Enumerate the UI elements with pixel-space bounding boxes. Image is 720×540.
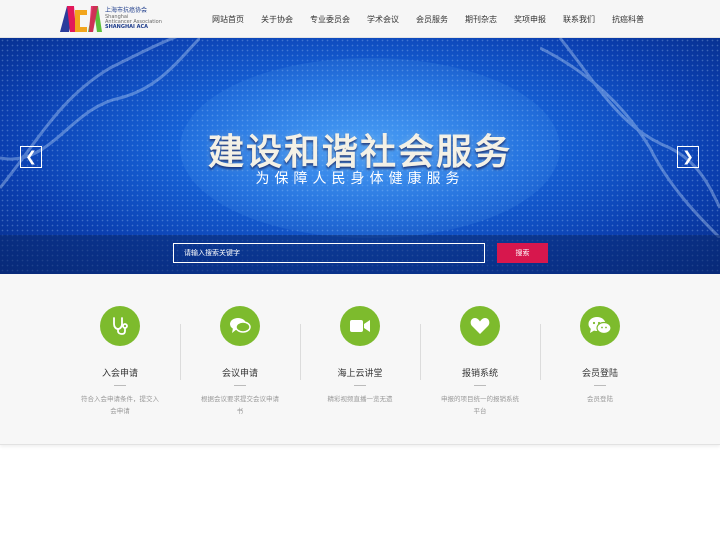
service-meeting-application[interactable]: 会议申请 根据会议要求提交会议申请书 bbox=[180, 306, 300, 417]
service-title: 入会申请 bbox=[101, 369, 138, 379]
nav-item-journals[interactable]: 期刊杂志 bbox=[465, 14, 497, 25]
heart-icon bbox=[460, 306, 500, 346]
search-bar: 搜索 bbox=[0, 235, 720, 274]
video-camera-icon bbox=[340, 306, 380, 346]
nav-item-member-services[interactable]: 会员服务 bbox=[416, 14, 448, 25]
logo[interactable]: 上海市抗癌协会 Shanghai Anticancer Association … bbox=[60, 5, 162, 33]
nav-item-contact[interactable]: 联系我们 bbox=[563, 14, 595, 25]
banner-subtitle: 为保障人民身体健康服务 bbox=[255, 171, 465, 187]
service-divider-line bbox=[474, 385, 486, 386]
service-title: 报销系统 bbox=[461, 369, 498, 379]
stethoscope-icon bbox=[100, 306, 140, 346]
service-title: 会议申请 bbox=[221, 369, 258, 379]
nav-item-conferences[interactable]: 学术会议 bbox=[367, 14, 399, 25]
service-divider-line bbox=[354, 385, 366, 386]
service-cloud-lecture[interactable]: 海上云讲堂 精彩视频直播一览无遗 bbox=[300, 306, 420, 405]
service-description: 符合入会申请条件，提交入会申请 bbox=[81, 395, 159, 415]
service-description: 根据会议要求提交会议申请书 bbox=[201, 395, 279, 415]
main-nav: 网站首页 关于协会 专业委员会 学术会议 会员服务 期刊杂志 奖项申报 联系我们… bbox=[212, 0, 644, 38]
site-header: 上海市抗癌协会 Shanghai Anticancer Association … bbox=[0, 0, 720, 38]
logo-name-en-3: SHANGHAI ACA bbox=[105, 24, 149, 30]
service-title: 会员登陆 bbox=[581, 369, 618, 379]
search-button[interactable]: 搜索 bbox=[497, 243, 548, 263]
service-reimbursement-system[interactable]: 报销系统 申报的项目统一的报销系统平台 bbox=[420, 306, 540, 417]
service-member-login[interactable]: 会员登陆 会员登陆 bbox=[540, 306, 660, 405]
chat-icon bbox=[220, 306, 260, 346]
service-title: 海上云讲堂 bbox=[337, 369, 383, 379]
wechat-icon bbox=[580, 306, 620, 346]
nav-item-committees[interactable]: 专业委员会 bbox=[310, 14, 350, 25]
nav-item-home[interactable]: 网站首页 bbox=[212, 14, 244, 25]
service-divider-line bbox=[234, 385, 246, 386]
service-description: 会员登陆 bbox=[587, 395, 613, 403]
search-input[interactable] bbox=[173, 243, 485, 263]
service-description: 申报的项目统一的报销系统平台 bbox=[441, 395, 519, 415]
services-section: 入会申请 符合入会申请条件，提交入会申请 会议申请 根据会议要求提交会议申请书 … bbox=[0, 274, 720, 445]
logo-mark-icon bbox=[60, 6, 102, 32]
nav-item-awards[interactable]: 奖项申报 bbox=[514, 14, 546, 25]
hero-banner: 建设和谐社会服务 为保障人民身体健康服务 ❮ ❯ 搜索 bbox=[0, 38, 720, 274]
service-divider-line bbox=[594, 385, 606, 386]
service-membership-application[interactable]: 入会申请 符合入会申请条件，提交入会申请 bbox=[60, 306, 180, 417]
nav-item-science[interactable]: 抗癌科普 bbox=[612, 14, 644, 25]
service-divider-line bbox=[114, 385, 126, 386]
carousel-prev-icon[interactable]: ❮ bbox=[20, 146, 42, 168]
service-description: 精彩视频直播一览无遗 bbox=[327, 395, 393, 403]
nav-item-about[interactable]: 关于协会 bbox=[261, 14, 293, 25]
logo-text: 上海市抗癌协会 Shanghai Anticancer Association … bbox=[105, 8, 162, 30]
carousel-next-icon[interactable]: ❯ bbox=[677, 146, 699, 168]
